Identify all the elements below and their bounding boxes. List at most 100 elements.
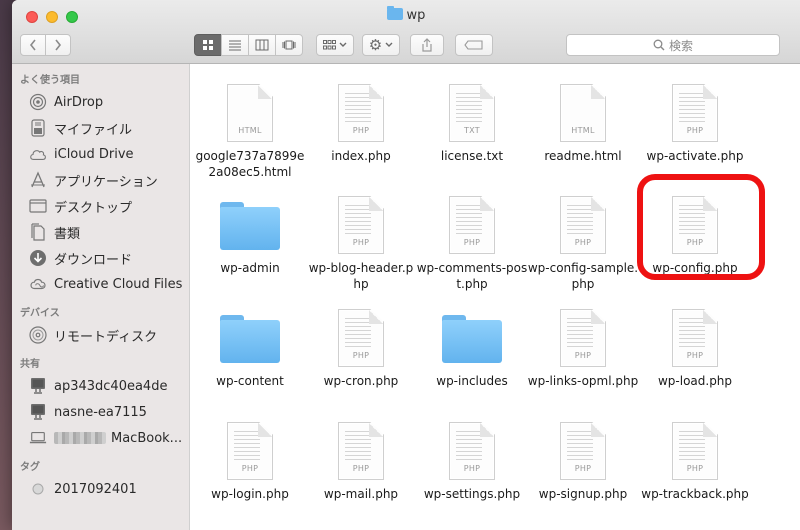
document-icon: PHP [338,84,384,142]
folder-item[interactable]: wp-content [194,297,306,389]
sidebar: よく使う項目 AirDrop マイファイル iCloud Drive アプリケー… [12,64,190,530]
file-extension-label: PHP [574,238,592,247]
columns-icon [255,39,269,51]
file-icon-container: PHP [437,410,507,480]
file-item[interactable]: PHP wp-trackback.php [639,410,751,502]
document-icon: PHP [449,196,495,254]
list-icon [229,40,241,51]
file-name: index.php [331,149,391,163]
file-extension-label: HTML [571,126,595,135]
document-icon: PHP [672,309,718,367]
sidebar-item-airdrop[interactable]: AirDrop [12,89,189,115]
file-name: google737a7899e2a08ec5.html [195,149,305,179]
sidebar-item-downloads[interactable]: ダウンロード [12,245,189,271]
file-item[interactable]: PHP wp-load.php [639,297,751,389]
document-icon: PHP [672,422,718,480]
icon-view-button[interactable] [194,34,222,56]
folder-item[interactable]: wp-includes [416,297,528,389]
list-view-button[interactable] [221,34,249,56]
forward-button[interactable] [45,34,71,56]
file-item[interactable]: PHP wp-settings.php [416,410,528,502]
cloud-icon [29,145,47,163]
file-item[interactable]: PHP wp-login.php [194,410,306,502]
file-extension-label: PHP [352,126,370,135]
sidebar-item-desktop[interactable]: デスクトップ [12,193,189,219]
document-icon: PHP [560,196,606,254]
file-icon-container: PHP [548,184,618,254]
folder-icon [220,202,280,250]
disc-icon [29,326,47,344]
airdrop-icon [29,93,47,111]
sidebar-item-creative-cloud-files[interactable]: Creative Cloud Files [12,271,189,297]
file-item[interactable]: PHP wp-signup.php [527,410,639,502]
sidebar-item-tag-2017092401[interactable]: 2017092401 [12,476,189,502]
file-icon-container: PHP [548,297,618,367]
sidebar-item-my-files[interactable]: マイファイル [12,115,189,141]
file-item[interactable]: PHP wp-cron.php [305,297,417,389]
arrange-grid-icon [323,39,336,49]
applications-icon [29,171,47,189]
file-name: wp-mail.php [323,487,399,501]
file-extension-label: PHP [686,351,704,360]
finder-window: wp ⚙ 検索 よく使う項目 AirDrop マイファイル iCloud Dri… [12,0,800,530]
action-button[interactable]: ⚙ [362,34,400,56]
document-icon: PHP [560,422,606,480]
file-name: wp-config.php [652,261,738,275]
file-item[interactable]: HTML google737a7899e2a08ec5.html [194,72,306,180]
file-item[interactable]: PHP wp-config-sample.php [527,184,639,292]
file-icon-container: PHP [660,184,730,254]
file-extension-label: PHP [686,126,704,135]
back-button[interactable] [20,34,46,56]
folder-item[interactable]: wp-admin [194,184,306,276]
laptop-icon [29,429,47,447]
file-name: wp-blog-header.php [308,261,414,291]
file-icon-container: PHP [660,297,730,367]
document-icon: HTML [227,84,273,142]
chevron-right-icon [55,39,62,51]
file-item[interactable]: PHP wp-comments-post.php [416,184,528,292]
sidebar-item-label: 2017092401 [54,481,137,497]
file-item[interactable]: PHP index.php [305,72,417,164]
sidebar-section-favorites: よく使う項目 [20,75,80,86]
file-name: wp-activate.php [646,149,744,163]
file-item[interactable]: PHP wp-activate.php [639,72,751,164]
arrange-button[interactable] [316,34,354,56]
window-title-area: wp [12,6,800,23]
sidebar-item-icloud-drive[interactable]: iCloud Drive [12,141,189,167]
gear-icon: ⚙ [368,36,383,54]
file-item[interactable]: PHP wp-blog-header.php [305,184,417,292]
file-item[interactable]: HTML readme.html [527,72,639,164]
file-icon-container: PHP [548,410,618,480]
sidebar-item-shared-macbook[interactable]: MacBook... [12,425,189,451]
sidebar-item-shared-ap343dc40ea4de[interactable]: ap343dc40ea4de [12,373,189,399]
file-extension-label: TXT [463,126,480,135]
sidebar-item-remote-disc[interactable]: リモートディスク [12,322,189,348]
computer-icon [29,403,47,421]
sidebar-item-documents[interactable]: 書類 [12,219,189,245]
close-window-button[interactable] [26,11,38,23]
file-extension-label: PHP [352,351,370,360]
search-field[interactable]: 検索 [566,34,780,56]
sidebar-item-shared-nasne[interactable]: nasne-ea7115 [12,399,189,425]
file-name: wp-admin [220,261,280,275]
share-button[interactable] [410,34,444,56]
file-item[interactable]: PHP wp-config.php [639,184,751,276]
gallery-view-button[interactable] [275,34,303,56]
column-view-button[interactable] [248,34,276,56]
file-item[interactable]: PHP wp-mail.php [305,410,417,502]
sidebar-item-label: リモートディスク [54,329,158,345]
zoom-window-button[interactable] [66,11,78,23]
document-icon: HTML [560,84,606,142]
minimize-window-button[interactable] [46,11,58,23]
file-item[interactable]: TXT license.txt [416,72,528,164]
sidebar-item-label: nasne-ea7115 [54,404,147,420]
file-icon-container: HTML [215,72,285,142]
document-icon: PHP [672,196,718,254]
document-icon: PHP [672,84,718,142]
file-item[interactable]: PHP wp-links-opml.php [527,297,639,389]
sidebar-item-applications[interactable]: アプリケーション [12,167,189,193]
redacted-name-block [54,432,106,444]
edit-tags-button[interactable] [455,34,493,56]
my-files-icon [29,119,47,137]
sidebar-item-label: iCloud Drive [54,146,134,162]
